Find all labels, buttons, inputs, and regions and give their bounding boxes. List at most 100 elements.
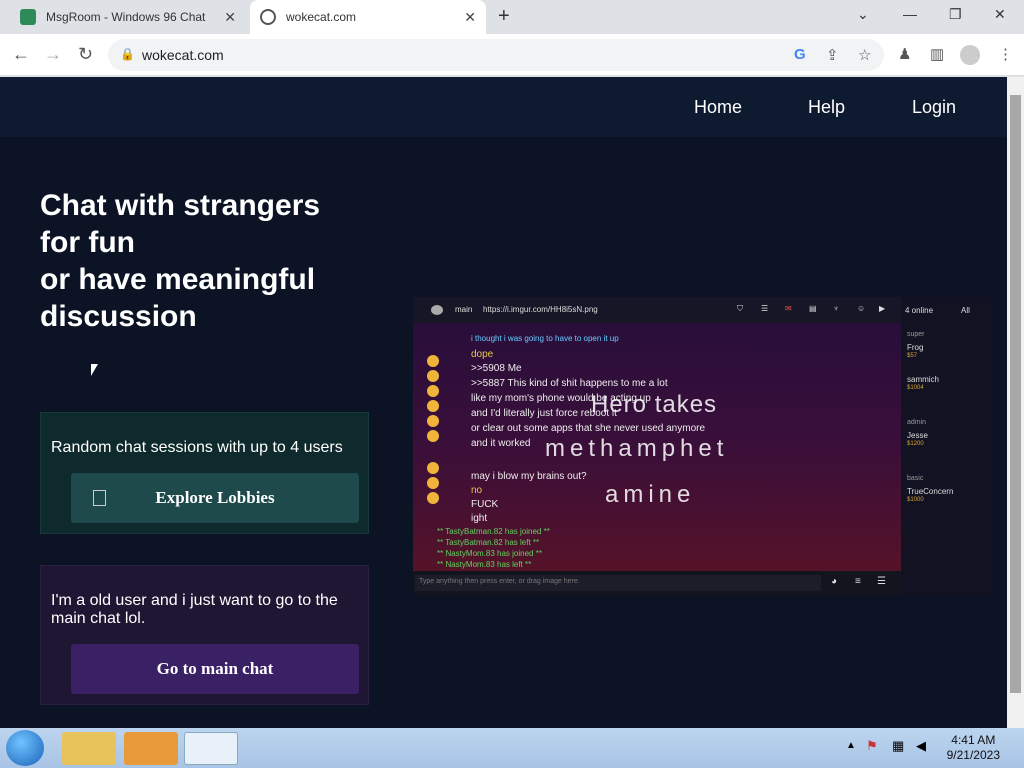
share-icon[interactable]: ⇪ [826, 46, 839, 64]
stats-icon: ▤ [809, 304, 817, 313]
lobby-icon [93, 490, 106, 506]
overlay-text: methamphet [545, 435, 729, 462]
avatar-emoji-icon [427, 400, 439, 412]
hero-line: Chat with strangers [40, 189, 321, 222]
bookmark-star-icon[interactable]: ☆ [858, 46, 871, 64]
go-to-main-chat-button[interactable]: Go to main chat [71, 644, 359, 694]
chat-message: dope [471, 349, 494, 360]
msgroom-favicon-icon [20, 9, 36, 25]
tab-msgroom[interactable]: MsgRoom - Windows 96 Chat ✕ [8, 0, 246, 34]
profile-avatar-icon[interactable] [960, 45, 980, 65]
main-chat-card: I'm a old user and i just want to go to … [40, 565, 369, 705]
user-role: admin [907, 419, 927, 426]
user-role: basic [907, 475, 924, 482]
url-text: wokecat.com [142, 47, 224, 63]
video-icon: ▶ [879, 304, 886, 313]
clock-time: 4:41 AM [951, 733, 996, 747]
scrollbar-thumb[interactable] [1010, 95, 1021, 693]
address-bar[interactable]: 🔒 wokecat.com G ⇪ ☆ [108, 39, 884, 71]
tab-close-icon[interactable]: ✕ [224, 9, 236, 26]
minimize-button[interactable]: — [903, 6, 917, 22]
overlay-text: Hero takes [591, 391, 718, 418]
preview-topbar: main https://i.imgur.com/HH8i5sN.png ⛉ ☰… [413, 297, 901, 323]
page-content: Home Help Login Chat with strangers for … [0, 77, 1007, 728]
back-button[interactable]: ← [12, 44, 30, 65]
menu-dots-icon[interactable]: ⋮ [998, 45, 1013, 63]
avatar-emoji-icon [427, 430, 439, 442]
user-name: TrueConcern [907, 487, 954, 496]
go-to-main-chat-label: Go to main chat [156, 659, 274, 678]
tab-wokecat[interactable]: wokecat.com ✕ [250, 0, 486, 34]
random-chat-description: Random chat sessions with up to 4 users [51, 439, 343, 456]
reload-button[interactable]: ↻ [78, 44, 93, 65]
chat-message: and it worked [471, 438, 531, 449]
join-notice: ** NastyMom.83 has left ** [437, 560, 532, 569]
tab-close-icon[interactable]: ✕ [464, 9, 476, 26]
user-role: super [907, 331, 925, 338]
join-notice: ** TastyBatman.82 has joined ** [437, 527, 550, 536]
close-window-button[interactable]: ✕ [994, 6, 1006, 23]
user-icon: ☺ [857, 304, 866, 313]
settings-icon: ☰ [761, 304, 769, 313]
avatar-emoji-icon [427, 492, 439, 504]
explore-lobbies-label: Explore Lobbies [155, 488, 275, 507]
chat-preview-image: main https://i.imgur.com/HH8i5sN.png ⛉ ☰… [413, 297, 993, 595]
user-amount: $1000 [907, 497, 924, 503]
chrome-taskbar-icon[interactable] [184, 732, 238, 765]
user-name: Jesse [907, 431, 928, 440]
preview-topic: https://i.imgur.com/HH8i5sN.png [483, 305, 598, 314]
volume-muted-icon[interactable]: ◀ [916, 738, 926, 754]
chat-message: ight [471, 513, 488, 524]
preview-input-bar: Type anything then press enter, or drag … [413, 571, 901, 595]
preview-message-input: Type anything then press enter, or drag … [415, 575, 821, 591]
tray-expand-icon[interactable]: ▲ [846, 740, 856, 751]
restore-button[interactable]: ❐ [949, 6, 962, 23]
join-notice: ** TastyBatman.82 has left ** [437, 538, 540, 547]
nav-login-link[interactable]: Login [912, 97, 956, 118]
mouse-cursor-icon [91, 364, 98, 376]
tab-title: MsgRoom - Windows 96 Chat [46, 10, 206, 24]
main-chat-description: I'm a old user and i just want to go to … [51, 592, 338, 627]
hero-heading: Chat with strangers for fun or have mean… [40, 187, 380, 335]
shield-icon: ⛉ [737, 304, 743, 313]
chat-message: i thought i was going to have to open it… [471, 334, 619, 343]
action-center-icon[interactable]: ⚑ [866, 738, 878, 754]
explore-lobbies-button[interactable]: Explore Lobbies [71, 473, 359, 523]
lock-icon[interactable]: 🔒 [120, 47, 135, 61]
chat-message: or clear out some apps that she never us… [471, 423, 706, 434]
start-button-icon[interactable] [6, 730, 44, 766]
file-explorer-icon[interactable] [62, 732, 116, 765]
user-name: Frog [907, 343, 924, 352]
tab-search-icon[interactable]: ⌄ [857, 6, 869, 23]
chat-message: FUCK [471, 499, 499, 510]
browser-toolbar: ← → ↻ 🔒 wokecat.com G ⇪ ☆ ♟ ▥ ⋮ [0, 34, 1024, 76]
windows-taskbar: ▲ ⚑ ▦ ◀ 4:41 AM 9/21/2023 [0, 728, 1024, 768]
user-amount: $1200 [907, 441, 924, 447]
plugin-icon: ♆ [833, 304, 839, 313]
chat-message: no [471, 485, 483, 496]
overlay-text: amine [605, 481, 696, 508]
avatar-emoji-icon [427, 477, 439, 489]
extensions-icon[interactable]: ♟ [898, 45, 911, 63]
nav-home-link[interactable]: Home [694, 97, 742, 118]
google-icon[interactable]: G [794, 46, 806, 63]
tab-title: wokecat.com [286, 10, 357, 24]
join-notice: ** NastyMom.83 has joined ** [437, 549, 542, 558]
online-count: 4 online [905, 306, 934, 315]
forward-button[interactable]: → [44, 44, 62, 65]
network-icon[interactable]: ▦ [892, 738, 904, 754]
media-player-icon[interactable] [124, 732, 178, 765]
clock-date: 9/21/2023 [946, 748, 1000, 762]
page-scrollbar[interactable] [1007, 77, 1024, 728]
preview-user-list: 4 online All super Frog $57 sammich $100… [901, 297, 993, 595]
system-clock[interactable]: 4:41 AM 9/21/2023 [947, 733, 1000, 763]
hero-line: for fun [40, 226, 135, 259]
new-tab-button[interactable]: + [498, 5, 510, 28]
nav-help-link[interactable]: Help [808, 97, 845, 118]
chat-bubble-icon: ✉ [785, 304, 792, 313]
avatar-emoji-icon [427, 462, 439, 474]
chat-message: >>5887 This kind of shit happens to me a… [471, 378, 668, 389]
side-panel-icon[interactable]: ▥ [930, 45, 944, 63]
user-filter: All [961, 306, 970, 315]
user-amount: $1004 [907, 385, 924, 391]
